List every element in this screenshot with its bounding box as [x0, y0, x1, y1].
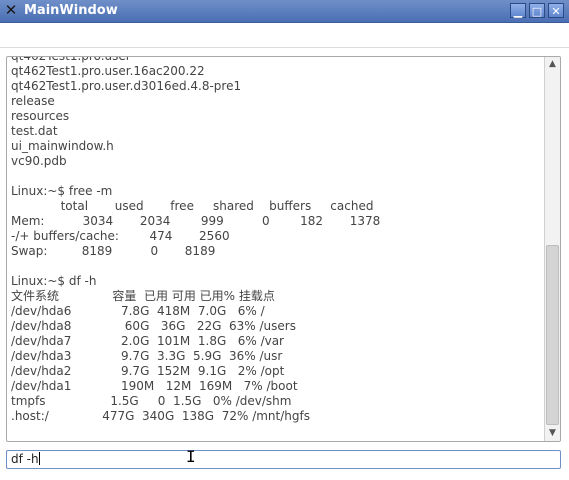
- terminal-line: tmpfs 1.5G 0 1.5G 0% /dev/shm: [11, 394, 292, 408]
- terminal-line: Linux:~$ free -m: [11, 184, 113, 198]
- terminal-line: -/+ buffers/cache: 474 2560: [11, 229, 230, 243]
- terminal-line: release: [11, 94, 55, 108]
- command-input-value: df -h: [11, 452, 39, 466]
- terminal-line: ui_mainwindow.h: [11, 139, 114, 153]
- terminal-line: /dev/hda1 190M 12M 169M 7% /boot: [11, 379, 298, 393]
- terminal-line: qt462Test1.pro.user: [11, 56, 131, 63]
- terminal-line: Mem: 3034 2034 999 0 182 1378: [11, 214, 381, 228]
- text-cursor: [38, 452, 40, 465]
- terminal-line: .host:/ 477G 340G 138G 72% /mnt/hgfs: [11, 409, 310, 423]
- terminal-line: /dev/hda6 7.8G 418M 7.0G 6% /: [11, 304, 265, 318]
- minimize-button[interactable]: ▁: [510, 3, 526, 18]
- title-bar: ✕ MainWindow ▁ □ ✕: [0, 0, 569, 23]
- terminal-line: resources: [11, 109, 70, 123]
- terminal-line: /dev/hda7 2.0G 101M 1.8G 6% /var: [11, 334, 284, 348]
- terminal-line: qt462Test1.pro.user.16ac200.22: [11, 64, 205, 78]
- vertical-scrollbar[interactable]: ▲ ▼: [544, 57, 560, 441]
- terminal-line: /dev/hda2 9.7G 152M 9.1G 2% /opt: [11, 364, 285, 378]
- terminal-line: vc90.pdb: [11, 154, 67, 168]
- terminal-line: qt462Test1.pro.user.d3016ed.4.8-pre1: [11, 79, 242, 93]
- terminal-line: total used free shared buffers cached: [11, 199, 374, 213]
- terminal-text: qt462Test1.pro.user qt462Test1.pro.user.…: [11, 56, 541, 424]
- terminal-line: /dev/hda8 60G 36G 22G 63% /users: [11, 319, 296, 333]
- ibeam-cursor-icon: I: [186, 447, 196, 466]
- terminal-line: 文件系统 容量 已用 可用 已用% 挂载点: [11, 289, 275, 303]
- terminal-output[interactable]: qt462Test1.pro.user qt462Test1.pro.user.…: [6, 56, 561, 442]
- close-button[interactable]: ✕: [548, 3, 564, 18]
- scroll-up-arrow-icon[interactable]: ▲: [546, 58, 559, 71]
- command-input[interactable]: df -h: [6, 450, 561, 469]
- maximize-button[interactable]: □: [529, 3, 545, 18]
- menu-bar: [0, 23, 569, 48]
- app-x-icon: ✕: [4, 1, 18, 19]
- terminal-line: Swap: 8189 0 8189: [11, 244, 216, 258]
- window-title: MainWindow: [24, 3, 118, 18]
- scrollbar-thumb[interactable]: [546, 245, 559, 425]
- scroll-down-arrow-icon[interactable]: ▼: [546, 427, 559, 440]
- terminal-line: test.dat: [11, 124, 58, 138]
- terminal-line: /dev/hda3 9.7G 3.3G 5.9G 36% /usr: [11, 349, 283, 363]
- terminal-line: Linux:~$ df -h: [11, 274, 97, 288]
